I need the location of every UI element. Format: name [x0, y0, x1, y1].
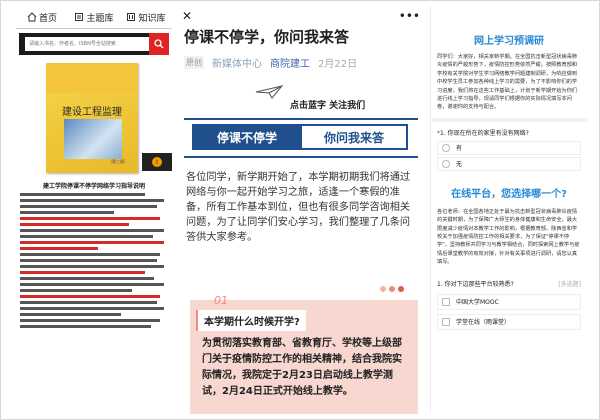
book-cover-area: 建设工程监理 （第三版） i: [16, 55, 172, 175]
book-cover[interactable]: 建设工程监理 （第三版）: [46, 63, 138, 173]
banner-line-top: [184, 118, 418, 120]
banner-line-bottom: [184, 156, 418, 158]
checkbox-icon: [442, 317, 450, 326]
dot: [389, 286, 395, 292]
tab-knowledge-label: 知识库: [138, 13, 166, 24]
original-tag: 原创: [184, 56, 204, 69]
option-label: 中国大学MOOC: [456, 299, 499, 307]
q1-option-yes[interactable]: 有: [437, 140, 581, 155]
document-body: [16, 193, 172, 328]
survey-title: 网上学习预调研: [474, 36, 544, 47]
search-icon: [154, 39, 164, 49]
library-tab-bar: 首页 主题库 知识库: [16, 6, 172, 29]
article-date: 2月22日: [318, 59, 358, 70]
q1-option-no[interactable]: 无: [437, 156, 581, 171]
follow-prompt[interactable]: 点击蓝字 关注我们: [178, 84, 424, 112]
article-paragraph: 各位同学，新学期开始了，本学期初期我们将通过网络与你一起开始学习之旅，适逢一个寒…: [186, 172, 411, 243]
paper-plane-icon: [255, 85, 284, 99]
survey-subtitle: 在线平台，您选择哪一个?: [451, 188, 567, 200]
radio-icon: [442, 159, 450, 168]
q2-option-xuetang[interactable]: 学堂在线（雨课堂）: [437, 313, 581, 330]
qa-answer: 为贯彻落实教育部、省教育厅、学校等上级部门关于疫情防控工作的相关精神，结合我院实…: [202, 338, 402, 397]
search-input[interactable]: [25, 37, 149, 51]
qa-question: 本学期什么时候开学?: [196, 310, 306, 331]
article-meta: 原创 新媒体中心 商院建工 2月22日: [184, 55, 418, 70]
dot: [398, 286, 404, 292]
library-app-panel: 首页 主题库 知识库 建设工程监理 （第三版） i 建工学院停课不停学网络学习指…: [16, 6, 172, 414]
book-title: 建设工程监理: [62, 107, 122, 118]
banner-left-text: 停课不停学: [192, 124, 302, 150]
book-cover-header: [46, 63, 138, 93]
search-button[interactable]: [149, 33, 169, 55]
multi-select-tag: [多选题]: [558, 280, 581, 288]
follow-text: 点击蓝字 关注我们: [290, 101, 366, 111]
tab-topics[interactable]: 主题库: [68, 11, 120, 24]
close-icon[interactable]: ✕: [182, 9, 192, 23]
separator: [431, 117, 587, 122]
option-label: 有: [456, 145, 463, 153]
document-title: 建工学院停课不停学网络学习指导说明: [42, 183, 145, 190]
survey-panel: 网上学习预调研 同学们：大家好，相关家新学期。在全国抗击新型冠状病毒肺炎疫情的严…: [430, 6, 587, 414]
option-label: 学堂在线（雨课堂）: [456, 319, 511, 327]
dot: [380, 286, 386, 292]
survey-question-2: 1. 你对下边那些平台较熟悉? [多选题]: [437, 279, 581, 288]
banner-right-text: 你问我来答: [300, 124, 408, 150]
info-badge[interactable]: i: [142, 153, 172, 171]
survey-intro: 同学们：大家好，相关家新学期。在全国抗击新型冠状病毒肺炎疫情的严峻形势下，疫情防…: [437, 54, 578, 111]
knowledge-icon: [127, 13, 136, 21]
topic-icon: [75, 13, 84, 21]
question-2-text: 1. 你对下边那些平台较熟悉?: [437, 280, 514, 288]
more-icon[interactable]: •••: [399, 9, 420, 23]
tab-topics-label: 主题库: [86, 13, 114, 24]
tab-knowledge[interactable]: 知识库: [120, 11, 172, 24]
home-icon: [27, 12, 37, 22]
radio-icon: [442, 143, 450, 152]
checkbox-icon: [442, 297, 450, 306]
article-banner: 停课不停学 你问我来答: [184, 112, 418, 162]
qa-number: 01: [214, 294, 228, 307]
question-1-text: 1. 你现在所在的家里有没有网络?: [440, 129, 529, 137]
info-icon: i: [152, 157, 162, 167]
qa-card: 01 本学期什么时候开学? 为贯彻落实教育部、省教育厅、学校等上级部门关于疫情防…: [190, 294, 418, 414]
tab-home-label: 首页: [38, 13, 57, 24]
book-edition: （第三版）: [108, 159, 128, 164]
article-source: 新媒体中心: [212, 59, 262, 70]
tab-home[interactable]: 首页: [16, 11, 68, 24]
survey-question-1: *1. 你现在所在的家里有没有网络?: [437, 128, 581, 137]
article-title: 停课不停学，你问我来答: [184, 28, 350, 46]
account-name-link[interactable]: 商院建工: [270, 55, 310, 70]
survey-text-2: 各位老师：在全国各地正处于最为抗击新型冠状病毒肺炎疫情的关键时期，为了保障广大师…: [437, 208, 580, 266]
decorative-dots: [380, 286, 404, 292]
article-top-bar: ✕ •••: [178, 6, 424, 26]
q2-option-mooc[interactable]: 中国大学MOOC: [437, 293, 581, 310]
wechat-article-panel: ✕ ••• 停课不停学，你问我来答 原创 新媒体中心 商院建工 2月22日 点击…: [178, 6, 424, 414]
search-bar: [19, 33, 169, 55]
option-label: 无: [456, 161, 463, 169]
book-cover-image: [64, 119, 122, 159]
